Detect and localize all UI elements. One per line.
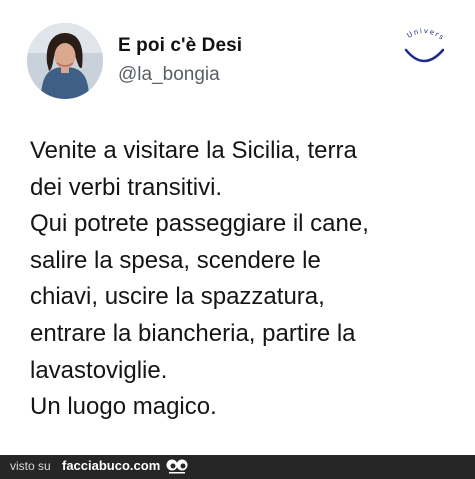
smile-arc-logo: Univers [404,27,446,63]
logo-text: Univers [406,27,445,42]
tweet-line: dei verbi transitivi. [30,173,223,201]
tweet-line: chiavi, uscire la spazzatura, [30,283,325,311]
tweet-line: Qui potrete passeggiare il cane, [30,210,369,238]
avatar[interactable] [27,23,103,99]
footer-site-link[interactable]: facciabuco.com [62,458,160,473]
svg-text:Univers: Univers [406,27,446,42]
tweet-line: Un luogo magico. [30,393,217,421]
author-display-name: E poi c'è Desi [118,35,243,56]
tweet-line: Venite a visitare la Sicilia, terra [30,137,357,164]
tweet-body: Venite a visitare la Sicilia, terra dei … [30,133,460,426]
tweet-line: entrare la biancheria, partire la [30,319,356,347]
watermark-footer: visto su facciabuco.com [0,455,475,479]
tweet-line: salire la spesa, scendere le [30,246,321,274]
tweet-line: lavastoviglie. [30,356,168,384]
eyes-icon [166,459,188,474]
footer-prefix: visto su [10,459,51,473]
author-handle[interactable]: @la_bongia [118,64,220,86]
avatar-photo [27,23,103,99]
